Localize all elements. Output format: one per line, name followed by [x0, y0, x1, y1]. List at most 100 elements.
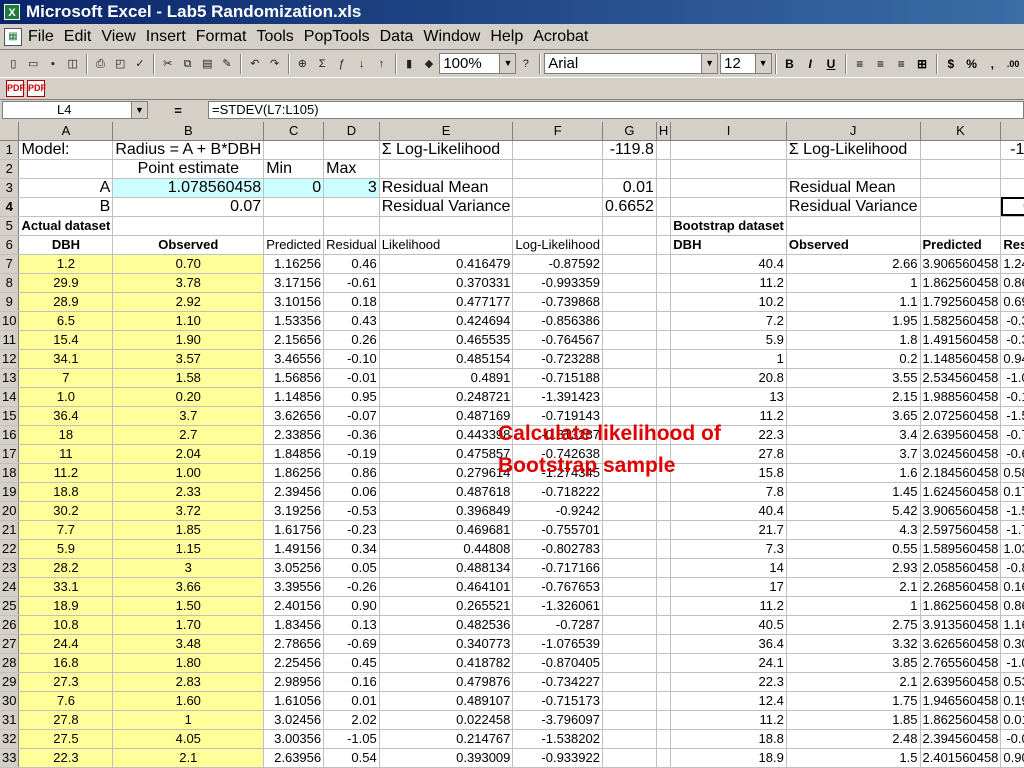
cell-k30[interactable]: 1.946560458 — [920, 691, 1002, 711]
zoom-select[interactable]: 100% ▼ — [439, 53, 517, 74]
cell-k31[interactable]: 1.862560458 — [920, 710, 1002, 730]
cell-g14[interactable] — [602, 387, 657, 407]
font-select[interactable]: Arial ▼ — [544, 53, 719, 74]
cell-e13[interactable]: 0.4891 — [379, 368, 514, 388]
cell-j12[interactable]: 0.2 — [786, 349, 921, 369]
cell-l10[interactable]: -0.3674395 — [1000, 311, 1024, 331]
cell-g8[interactable] — [602, 273, 657, 293]
cell-d4[interactable] — [323, 197, 380, 217]
cell-i14[interactable]: 13 — [670, 387, 787, 407]
cell-h6[interactable] — [656, 235, 672, 255]
row-header[interactable]: 7 — [0, 254, 20, 274]
cell-l17[interactable]: -0.6754395 — [1000, 444, 1024, 464]
cell-g29[interactable] — [602, 672, 657, 692]
cell-l5[interactable] — [1000, 216, 1024, 236]
cell-a30[interactable]: 7.6 — [18, 691, 114, 711]
cell-i5[interactable]: Bootstrap dataset — [670, 216, 787, 236]
cell-c29[interactable]: 2.98956 — [263, 672, 325, 692]
print-preview-icon[interactable]: ◰ — [111, 54, 130, 74]
align-left-icon[interactable]: ≡ — [850, 54, 870, 74]
cell-l4[interactable]: 0.8459 — [1000, 197, 1024, 217]
cell-d10[interactable]: 0.43 — [323, 311, 380, 331]
row-header[interactable]: 22 — [0, 539, 20, 559]
chevron-down-icon[interactable]: ▼ — [499, 54, 516, 73]
cell-d8[interactable]: -0.61 — [323, 273, 380, 293]
cell-e23[interactable]: 0.488134 — [379, 558, 514, 578]
cell-c23[interactable]: 3.05256 — [263, 558, 325, 578]
cell-e24[interactable]: 0.464101 — [379, 577, 514, 597]
cell-g27[interactable] — [602, 634, 657, 654]
cell-b9[interactable]: 2.92 — [112, 292, 265, 312]
cell-d6[interactable]: Residual — [323, 235, 380, 255]
cell-k14[interactable]: 1.988560458 — [920, 387, 1002, 407]
cell-a25[interactable]: 18.9 — [18, 596, 114, 616]
cell-d16[interactable]: -0.36 — [323, 425, 380, 445]
cell-i25[interactable]: 11.2 — [670, 596, 787, 616]
cell-e19[interactable]: 0.487618 — [379, 482, 514, 502]
formula-input[interactable]: =STDEV(L7:L105) — [208, 101, 1024, 119]
cell-f13[interactable]: -0.715188 — [512, 368, 603, 388]
cell-k24[interactable]: 2.268560458 — [920, 577, 1002, 597]
cell-c26[interactable]: 1.83456 — [263, 615, 325, 635]
cell-h1[interactable] — [656, 140, 672, 160]
row-header[interactable]: 30 — [0, 691, 20, 711]
cell-j30[interactable]: 1.75 — [786, 691, 921, 711]
comma-icon[interactable]: , — [982, 54, 1002, 74]
cell-c2[interactable]: Min — [263, 159, 325, 179]
cell-k7[interactable]: 3.906560458 — [920, 254, 1002, 274]
cell-j3[interactable]: Residual Mean — [786, 178, 921, 198]
cell-e17[interactable]: 0.475857 — [379, 444, 514, 464]
menu-edit[interactable]: Edit — [64, 28, 92, 46]
cell-c30[interactable]: 1.61056 — [263, 691, 325, 711]
cell-f20[interactable]: -0.9242 — [512, 501, 603, 521]
cell-c17[interactable]: 1.84856 — [263, 444, 325, 464]
cell-j16[interactable]: 3.4 — [786, 425, 921, 445]
cell-g31[interactable] — [602, 710, 657, 730]
row-header[interactable]: 11 — [0, 330, 20, 350]
cell-i11[interactable]: 5.9 — [670, 330, 787, 350]
row-header[interactable]: 16 — [0, 425, 20, 445]
cell-l11[interactable]: -0.3084395 — [1000, 330, 1024, 350]
cell-j1[interactable]: Σ Log-Likelihood — [786, 140, 921, 160]
cell-e31[interactable]: 0.022458 — [379, 710, 514, 730]
cell-h5[interactable] — [656, 216, 672, 236]
cell-a4[interactable]: B — [18, 197, 114, 217]
row-header[interactable]: 6 — [0, 235, 20, 255]
sort-descending-icon[interactable]: ↑ — [372, 54, 391, 74]
format-painter-icon[interactable]: ✎ — [218, 54, 237, 74]
cell-a33[interactable]: 22.3 — [18, 748, 114, 768]
cell-a1[interactable]: Model: — [18, 140, 114, 160]
cell-e16[interactable]: 0.443398 — [379, 425, 514, 445]
cell-l8[interactable]: 0.86256046 — [1000, 273, 1024, 293]
row-header[interactable]: 24 — [0, 577, 20, 597]
cell-d27[interactable]: -0.69 — [323, 634, 380, 654]
cell-l15[interactable]: -1.5774395 — [1000, 406, 1024, 426]
column-header-a[interactable]: A — [18, 122, 114, 141]
cell-k18[interactable]: 2.184560458 — [920, 463, 1002, 483]
cell-e12[interactable]: 0.485154 — [379, 349, 514, 369]
cell-i10[interactable]: 7.2 — [670, 311, 787, 331]
cell-f9[interactable]: -0.739868 — [512, 292, 603, 312]
cell-e5[interactable] — [379, 216, 514, 236]
cell-a21[interactable]: 7.7 — [18, 520, 114, 540]
drawing-icon[interactable]: ◆ — [420, 54, 439, 74]
cell-b4[interactable]: 0.07 — [112, 197, 265, 217]
row-header[interactable]: 28 — [0, 653, 20, 673]
menu-tools[interactable]: Tools — [256, 28, 293, 46]
cell-g20[interactable] — [602, 501, 657, 521]
cell-h30[interactable] — [656, 691, 672, 711]
cell-a17[interactable]: 11 — [18, 444, 114, 464]
cell-l33[interactable]: 0.90156046 — [1000, 748, 1024, 768]
cell-k19[interactable]: 1.624560458 — [920, 482, 1002, 502]
column-header-g[interactable]: G — [602, 122, 657, 141]
cell-e32[interactable]: 0.214767 — [379, 729, 514, 749]
cell-c16[interactable]: 2.33856 — [263, 425, 325, 445]
cell-c19[interactable]: 2.39456 — [263, 482, 325, 502]
cell-d32[interactable]: -1.05 — [323, 729, 380, 749]
cell-e9[interactable]: 0.477177 — [379, 292, 514, 312]
cell-d13[interactable]: -0.01 — [323, 368, 380, 388]
percent-icon[interactable]: % — [962, 54, 982, 74]
cell-k33[interactable]: 2.401560458 — [920, 748, 1002, 768]
function-icon[interactable]: ƒ — [332, 54, 351, 74]
cell-j15[interactable]: 3.65 — [786, 406, 921, 426]
